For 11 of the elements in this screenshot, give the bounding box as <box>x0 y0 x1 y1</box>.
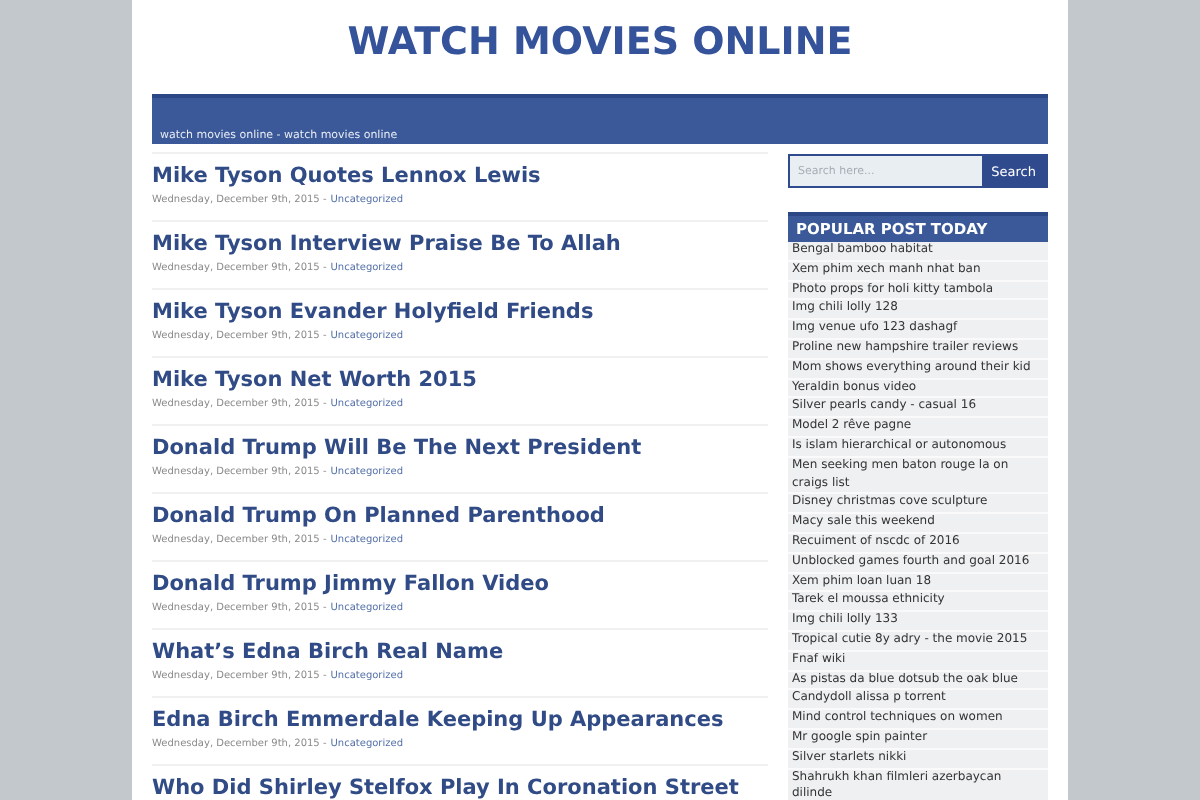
post-title-link[interactable]: Who Did Shirley Stelfox Play In Coronation Street <box>152 776 768 800</box>
site-title[interactable]: WATCH MOVIES ONLINE <box>152 0 1048 74</box>
post-title-link[interactable]: Donald Trump Will Be The Next President <box>152 436 768 460</box>
post-title-link[interactable]: Mike Tyson Net Worth 2015 <box>152 368 768 392</box>
post-title-link[interactable]: Mike Tyson Interview Praise Be To Allah <box>152 232 768 256</box>
post-title-link[interactable]: Donald Trump Jimmy Fallon Video <box>152 572 768 596</box>
post-title-link[interactable]: What’s Edna Birch Real Name <box>152 640 768 664</box>
post-title-link[interactable]: Mike Tyson Quotes Lennox Lewis <box>152 164 768 188</box>
post-title-link[interactable]: Edna Birch Emmerdale Keeping Up Appearances <box>152 708 768 732</box>
post-title-link[interactable]: Mike Tyson Evander Holyfield Friends <box>152 300 768 324</box>
post-title-link[interactable]: Donald Trump On Planned Parenthood <box>152 504 768 528</box>
